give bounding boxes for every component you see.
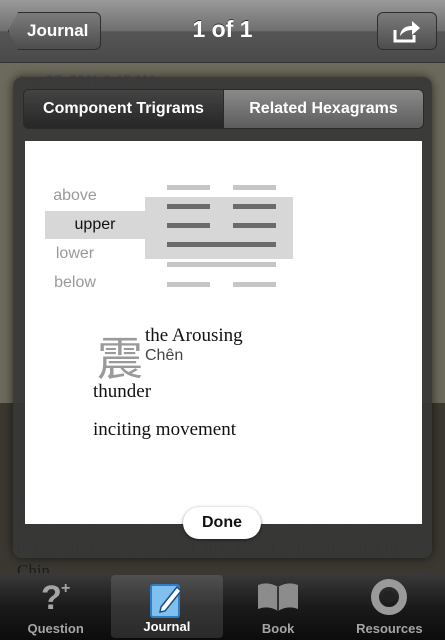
tab-label: Resources: [356, 621, 423, 636]
trigram-popover: Component Trigrams Related Hexagrams abo…: [13, 77, 432, 558]
tab-label: Question: [27, 621, 84, 636]
trigram-name: the Arousing: [145, 325, 243, 346]
hexagram-line: [233, 185, 276, 190]
trigram-attribute: inciting movement: [93, 419, 237, 440]
hexagram-line: [167, 282, 210, 287]
lifebuoy-icon: [371, 579, 408, 615]
svg-text:?: ?: [41, 579, 62, 615]
tab-label: Journal: [143, 619, 191, 634]
tab-label: Book: [261, 621, 295, 636]
share-icon: [393, 21, 420, 43]
svg-text:+: +: [61, 580, 70, 597]
hexagram-line: [233, 282, 276, 287]
tab-journal[interactable]: Journal: [111, 575, 223, 638]
tab-related-hexagrams[interactable]: Related Hexagrams: [223, 90, 423, 128]
hexagram-line: [167, 262, 276, 267]
trigram-glyph: 震: [97, 332, 143, 386]
trigram-romanized: Chên: [145, 347, 184, 364]
tab-bar: ? + Question Journal Book Resources: [0, 573, 445, 640]
navigation-bar: Journal 1 of 1: [0, 0, 445, 63]
question-plus-icon: ? +: [41, 579, 70, 615]
share-button[interactable]: [377, 12, 437, 50]
done-button[interactable]: Done: [183, 507, 261, 539]
hexagram-line: [233, 204, 276, 209]
row-label-above[interactable]: above: [25, 187, 125, 205]
hexagram-line: [167, 204, 210, 209]
hexagram-line: [167, 223, 210, 228]
journal-pencil-icon: [149, 584, 182, 618]
tab-component-trigrams[interactable]: Component Trigrams: [24, 90, 223, 128]
hexagram-line: [233, 223, 276, 228]
tab-book[interactable]: Book: [223, 573, 334, 640]
trigram-nature: thunder: [93, 381, 152, 402]
tab-question[interactable]: ? + Question: [0, 573, 111, 640]
row-label-lower[interactable]: lower: [25, 245, 125, 263]
book-icon: [258, 583, 299, 611]
hexagram-line: [167, 185, 210, 190]
hexagram-line: [167, 242, 276, 247]
trigram-content: above upper lower below 震 the Arousing C…: [25, 141, 422, 524]
row-label-below[interactable]: below: [25, 274, 125, 292]
row-label-upper[interactable]: upper: [45, 216, 145, 234]
segmented-control: Component Trigrams Related Hexagrams: [23, 89, 424, 129]
tab-resources[interactable]: Resources: [334, 573, 445, 640]
